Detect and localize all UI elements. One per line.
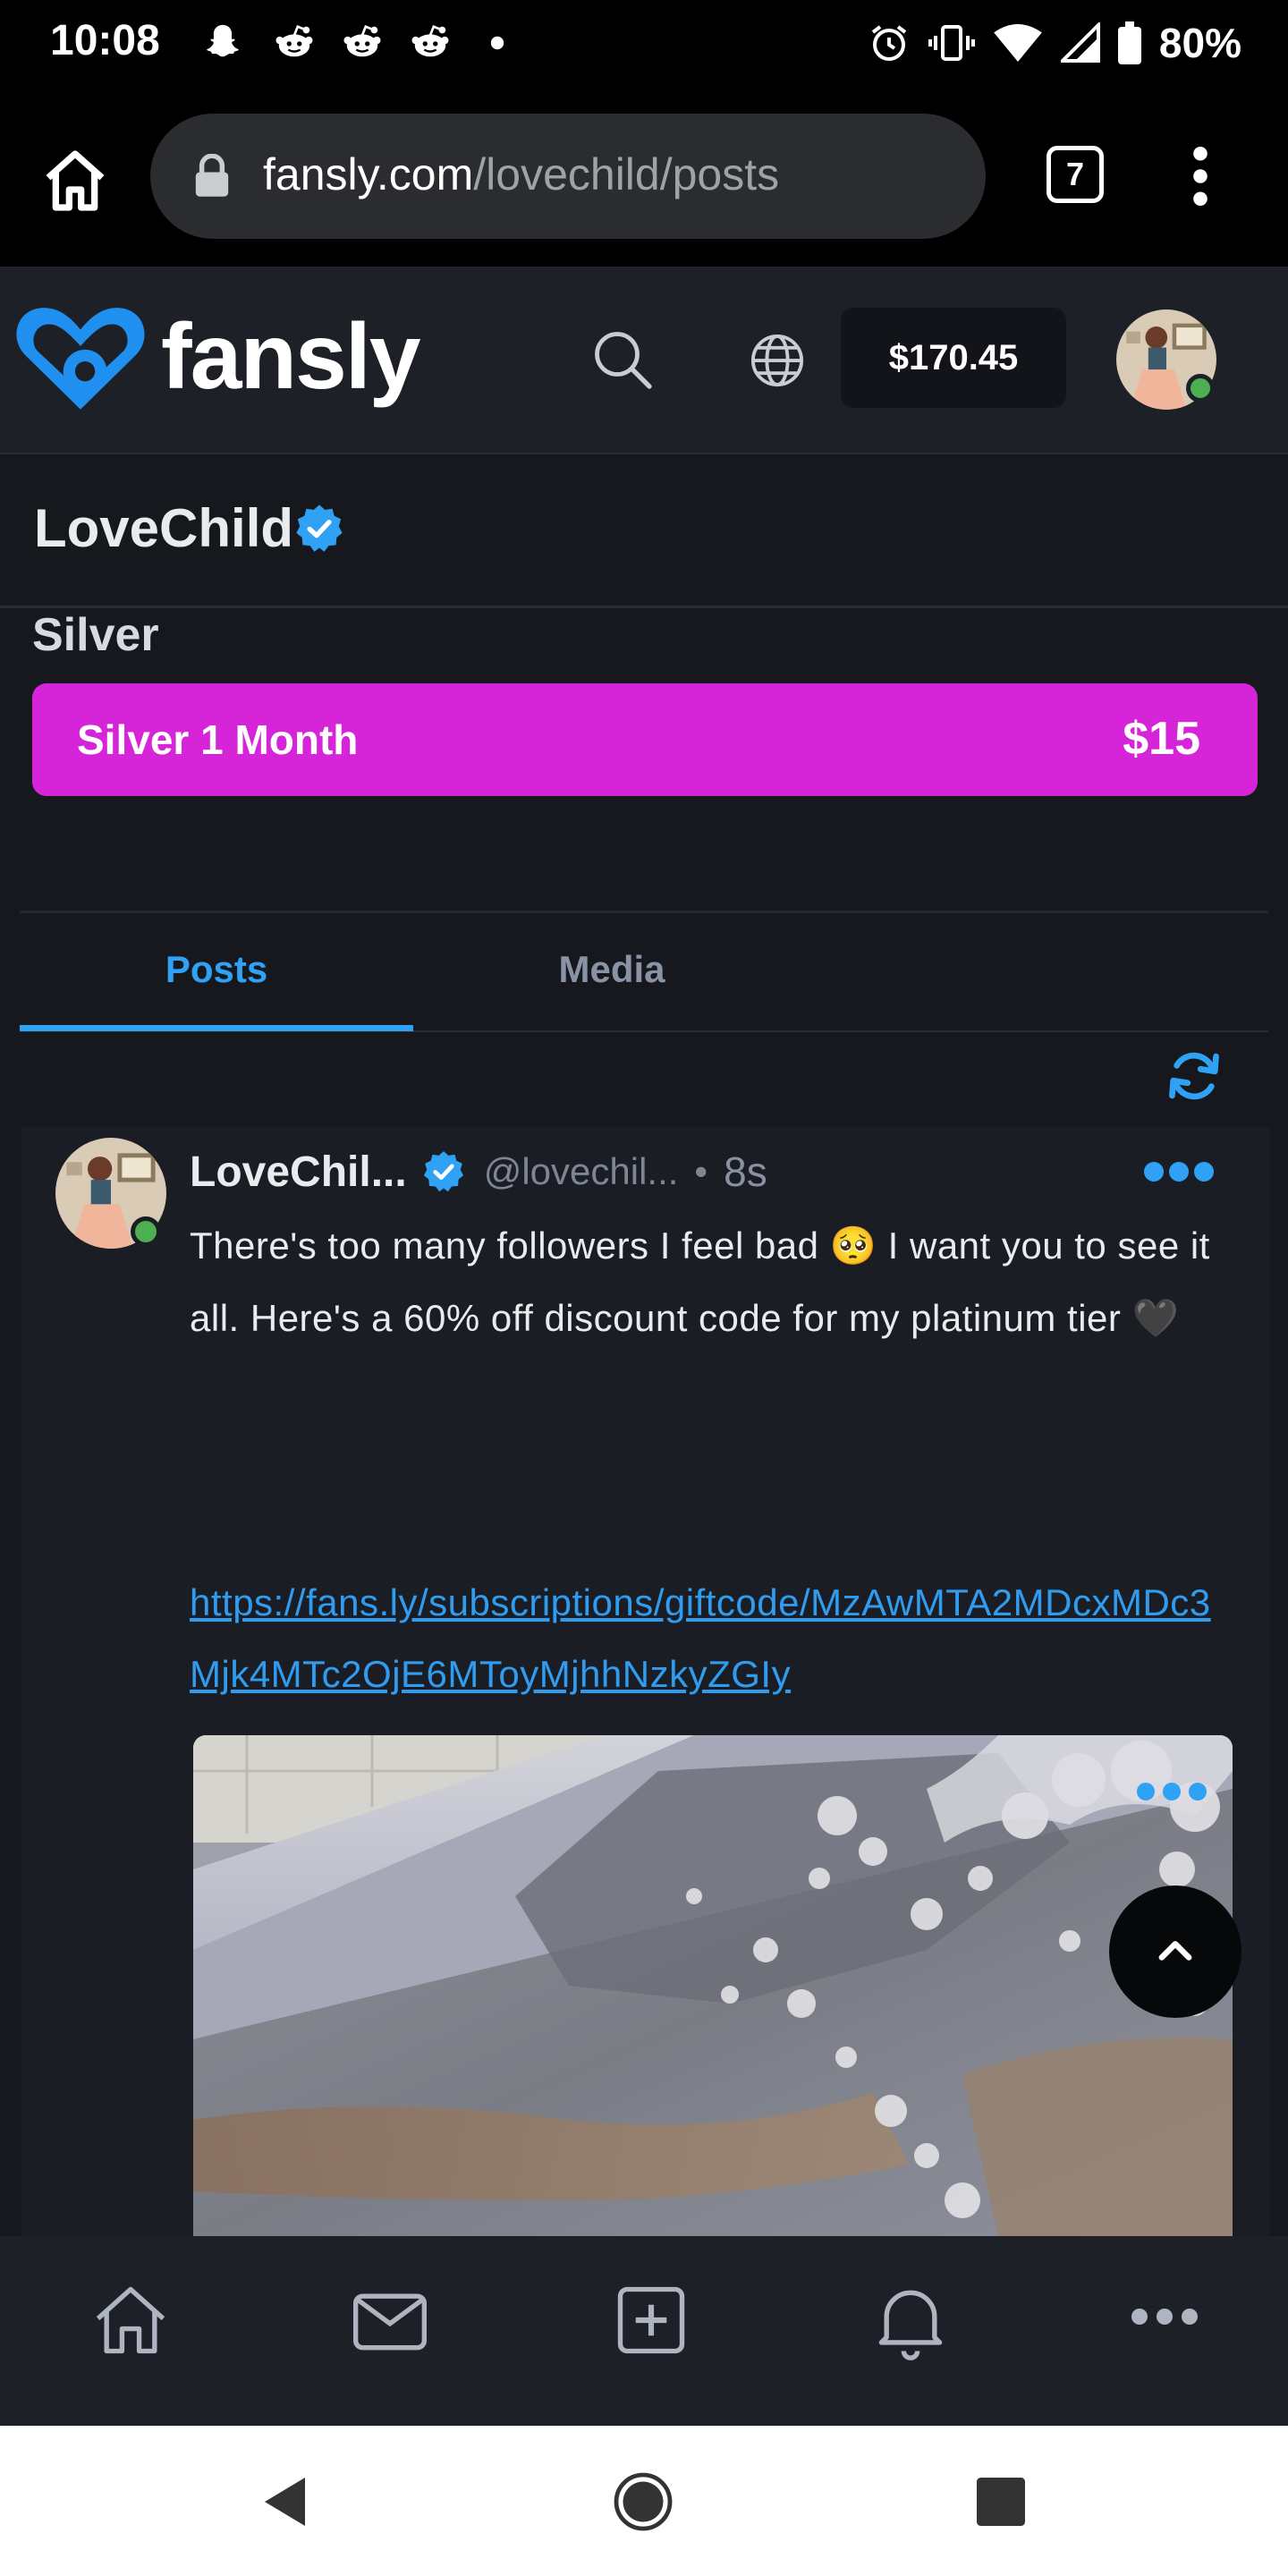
lock-icon bbox=[195, 154, 229, 197]
browser-home-icon[interactable] bbox=[39, 145, 111, 216]
separator-dot: • bbox=[694, 1150, 708, 1192]
reddit-icon bbox=[275, 25, 313, 57]
browser-menu-icon[interactable] bbox=[1182, 145, 1218, 208]
snapchat-icon bbox=[207, 24, 239, 57]
tier-title: Silver bbox=[32, 609, 159, 661]
alarm-icon bbox=[871, 25, 907, 61]
wallet-balance-button[interactable]: $170.45 bbox=[841, 308, 1066, 408]
search-icon[interactable] bbox=[590, 327, 655, 392]
online-status-dot bbox=[131, 1216, 161, 1247]
more-icon[interactable] bbox=[1129, 2301, 1200, 2333]
subscribe-tier-button[interactable]: Silver 1 Month $15 bbox=[32, 683, 1258, 796]
recents-icon[interactable] bbox=[977, 2478, 1025, 2526]
post-author-handle[interactable]: @lovechil... bbox=[484, 1150, 679, 1193]
signal-icon bbox=[1060, 22, 1100, 63]
globe-icon[interactable] bbox=[750, 333, 805, 388]
messages-icon[interactable] bbox=[349, 2279, 431, 2361]
active-tab-indicator bbox=[20, 1025, 413, 1031]
status-icons: 80% bbox=[868, 16, 1241, 70]
vibrate-icon bbox=[928, 25, 975, 61]
fansly-logo-icon[interactable] bbox=[13, 302, 148, 415]
profile-name: LoveChild bbox=[34, 498, 294, 558]
post-link[interactable]: https://fans.ly/subscriptions/giftcode/M… bbox=[190, 1567, 1218, 1710]
create-post-icon[interactable] bbox=[610, 2279, 692, 2361]
url-path: /lovechild/posts bbox=[473, 149, 780, 199]
post-options-icon[interactable] bbox=[1141, 1159, 1216, 1184]
tab-media[interactable]: Media bbox=[415, 939, 809, 1038]
verified-badge-icon bbox=[296, 504, 343, 552]
url-host: fansly.com bbox=[263, 149, 474, 199]
tab-switcher-button[interactable]: 7 bbox=[1046, 146, 1104, 203]
reddit-icon bbox=[411, 25, 449, 57]
post-timestamp: 8s bbox=[724, 1148, 767, 1195]
post-author-name[interactable]: LoveChil... bbox=[190, 1148, 407, 1197]
battery-icon bbox=[1117, 21, 1141, 64]
scroll-to-top-button[interactable] bbox=[1109, 1885, 1241, 2018]
post-header: LoveChil... @lovechil... • 8s bbox=[190, 1145, 767, 1199]
divider bbox=[20, 911, 1268, 913]
reddit-icon bbox=[343, 25, 381, 57]
refresh-icon[interactable] bbox=[1166, 1048, 1222, 1104]
home-icon[interactable] bbox=[89, 2279, 172, 2361]
chevron-up-icon bbox=[1158, 1941, 1192, 1961]
status-time: 10:08 bbox=[50, 17, 160, 64]
tier-button-price: $15 bbox=[1123, 713, 1200, 765]
post-media-image[interactable] bbox=[193, 1735, 1233, 2236]
post-text: There's too many followers I feel bad 🥺 … bbox=[190, 1224, 1210, 1339]
verified-badge-icon bbox=[423, 1151, 463, 1192]
notifications-icon[interactable] bbox=[869, 2279, 952, 2361]
tier-button-label: Silver 1 Month bbox=[77, 716, 359, 763]
back-icon[interactable] bbox=[259, 2474, 313, 2529]
media-options-icon[interactable] bbox=[1134, 1780, 1209, 1803]
battery-percent: 80% bbox=[1158, 20, 1241, 66]
url-text[interactable]: fansly.com/lovechild/posts bbox=[263, 148, 779, 200]
tab-posts[interactable]: Posts bbox=[20, 939, 413, 1038]
system-home-icon[interactable] bbox=[614, 2472, 673, 2531]
wifi-icon bbox=[994, 24, 1042, 62]
fansly-logo-text[interactable]: fansly bbox=[161, 304, 421, 411]
dot-icon bbox=[490, 36, 504, 50]
online-status-dot bbox=[1186, 374, 1215, 402]
